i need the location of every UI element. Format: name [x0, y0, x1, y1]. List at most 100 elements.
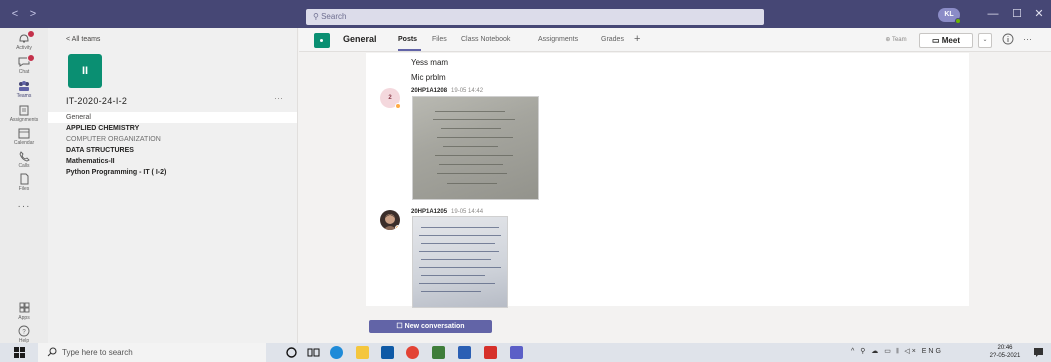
- post-time: 19-05 14:42: [451, 88, 484, 94]
- apps-icon: [19, 302, 30, 313]
- help-icon: ?: [18, 325, 30, 337]
- avatar[interactable]: 2: [380, 88, 401, 109]
- message-text: Yess mam: [411, 58, 449, 67]
- rail-label: Calls: [18, 163, 30, 169]
- tab-posts[interactable]: Posts: [398, 36, 417, 43]
- rail-label: Activity: [16, 45, 32, 51]
- user-initials: KL: [944, 11, 954, 18]
- rail-label: Apps: [18, 315, 30, 321]
- channel-title: General: [343, 34, 377, 44]
- more-options-icon[interactable]: ···: [1023, 34, 1032, 44]
- user-avatar[interactable]: KL: [938, 8, 961, 24]
- channel-computer-organization[interactable]: COMPUTER ORGANIZATION: [48, 134, 297, 145]
- close-button[interactable]: ✕: [1031, 8, 1047, 20]
- word-icon[interactable]: [458, 346, 471, 359]
- phone-icon: [19, 151, 30, 162]
- rail-label: Teams: [16, 93, 32, 99]
- channel-mathematics-ii[interactable]: Mathematics-II: [48, 156, 297, 167]
- task-view-icon[interactable]: [307, 346, 320, 359]
- taskbar-search-placeholder: Type here to search: [62, 348, 133, 357]
- presence-away-icon: [395, 225, 400, 230]
- avatar-initials: 2: [388, 95, 392, 101]
- meet-button[interactable]: ▭ Meet: [919, 33, 973, 48]
- message-text: Mic prblm: [411, 73, 446, 82]
- rail-label: Calendar: [13, 140, 35, 146]
- video-camera-icon: ▭: [931, 36, 942, 45]
- team-name: IT-2020-24-I-2: [66, 96, 128, 106]
- clock-date: 2?-05-2021: [989, 353, 1021, 359]
- teams-icon: [19, 81, 29, 91]
- search-placeholder: Search: [321, 12, 347, 21]
- action-center-icon[interactable]: [1033, 347, 1044, 358]
- forward-button[interactable]: >: [26, 7, 40, 21]
- new-conversation-button[interactable]: ☐ New conversation: [369, 320, 492, 333]
- language-indicator: ENG: [921, 348, 943, 355]
- system-clock[interactable]: 20:46 2?-05-2021: [985, 344, 1025, 360]
- post-author[interactable]: 20HP1A1208: [411, 88, 447, 94]
- channel-general[interactable]: General: [48, 112, 297, 123]
- store-icon[interactable]: [381, 346, 394, 359]
- minimize-button[interactable]: —: [985, 8, 1001, 20]
- info-icon[interactable]: [1002, 33, 1014, 45]
- rail-label: Assignments: [9, 117, 39, 123]
- clock-time: 20:46: [997, 345, 1013, 351]
- cortana-icon[interactable]: [285, 346, 298, 359]
- rail-label: Files: [18, 186, 30, 192]
- all-teams-link[interactable]: < All teams: [66, 36, 100, 43]
- edge-icon[interactable]: [330, 346, 343, 359]
- file-explorer-icon[interactable]: [356, 346, 369, 359]
- post-header: 20HP1A1205 19-05 14:44: [411, 209, 483, 215]
- new-conversation-label: New conversation: [404, 323, 465, 330]
- system-tray[interactable]: ^ ⚲ ☁ ▭ 𝄃 ◁× ENG: [851, 347, 943, 356]
- tab-class-notebook[interactable]: Class Notebook: [461, 36, 510, 43]
- channel-team-icon: [314, 33, 330, 48]
- calendar-icon: [18, 128, 30, 139]
- avatar[interactable]: [380, 210, 400, 230]
- windows-taskbar: Type here to search ^ ⚲ ☁ ▭ 𝄃 ◁× ENG 20:…: [0, 343, 1051, 362]
- back-button[interactable]: <: [8, 7, 22, 21]
- tab-grades[interactable]: Grades: [601, 36, 624, 43]
- search-icon: [47, 347, 57, 357]
- compose-icon: ☐: [396, 323, 405, 330]
- team-button[interactable]: ⊕ Team: [874, 33, 918, 47]
- rail-files[interactable]: Files: [0, 173, 48, 199]
- search-input[interactable]: ⚲ Search: [306, 9, 764, 25]
- notification-badge: [27, 54, 35, 62]
- channel-list: General APPLIED CHEMISTRY COMPUTER ORGAN…: [48, 112, 297, 178]
- notification-badge: [27, 30, 35, 38]
- channel-applied-chemistry[interactable]: APPLIED CHEMISTRY: [48, 123, 297, 134]
- svg-text:?: ?: [22, 330, 26, 336]
- excel-icon[interactable]: [432, 346, 445, 359]
- tray-icons: ^ ⚲ ☁ ▭ 𝄃 ◁×: [851, 348, 918, 355]
- post-header: 20HP1A1208 19-05 14:42: [411, 88, 483, 94]
- post-time: 19-05 14:44: [451, 209, 484, 215]
- rail-chat[interactable]: Chat: [0, 54, 48, 82]
- chrome-icon[interactable]: [406, 346, 419, 359]
- acrobat-icon[interactable]: [484, 346, 497, 359]
- assignments-icon: [19, 105, 29, 116]
- team-tile: II: [68, 54, 102, 88]
- team-more-options-button[interactable]: ···: [274, 93, 283, 103]
- rail-activity[interactable]: Activity: [0, 30, 48, 58]
- taskbar-search-input[interactable]: Type here to search: [38, 343, 266, 362]
- rail-more-button[interactable]: ···: [0, 201, 48, 212]
- channel-data-structures[interactable]: DATA STRUCTURES: [48, 145, 297, 156]
- post-author[interactable]: 20HP1A1205: [411, 209, 447, 215]
- add-tab-button[interactable]: +: [634, 33, 640, 45]
- windows-start-icon[interactable]: [14, 347, 25, 358]
- file-icon: [20, 173, 29, 185]
- meet-label: Meet: [941, 36, 960, 45]
- teams-pane: < All teams II IT-2020-24-I-2 ··· Genera…: [48, 28, 298, 343]
- rail-label: Chat: [18, 69, 30, 75]
- teams-taskbar-icon[interactable]: [510, 346, 523, 359]
- channel-python-programming[interactable]: Python Programming - IT ( I-2): [48, 167, 297, 178]
- rail-teams[interactable]: Teams: [0, 80, 48, 106]
- attached-photo[interactable]: [412, 216, 508, 308]
- meet-dropdown-button[interactable]: ⌄: [978, 33, 992, 48]
- tab-assignments[interactable]: Assignments: [538, 36, 578, 43]
- maximize-button[interactable]: ☐: [1009, 8, 1025, 20]
- tab-files[interactable]: Files: [432, 36, 447, 43]
- presence-away-icon: [395, 103, 401, 109]
- attached-photo[interactable]: [412, 96, 539, 200]
- presence-available-icon: [955, 18, 961, 24]
